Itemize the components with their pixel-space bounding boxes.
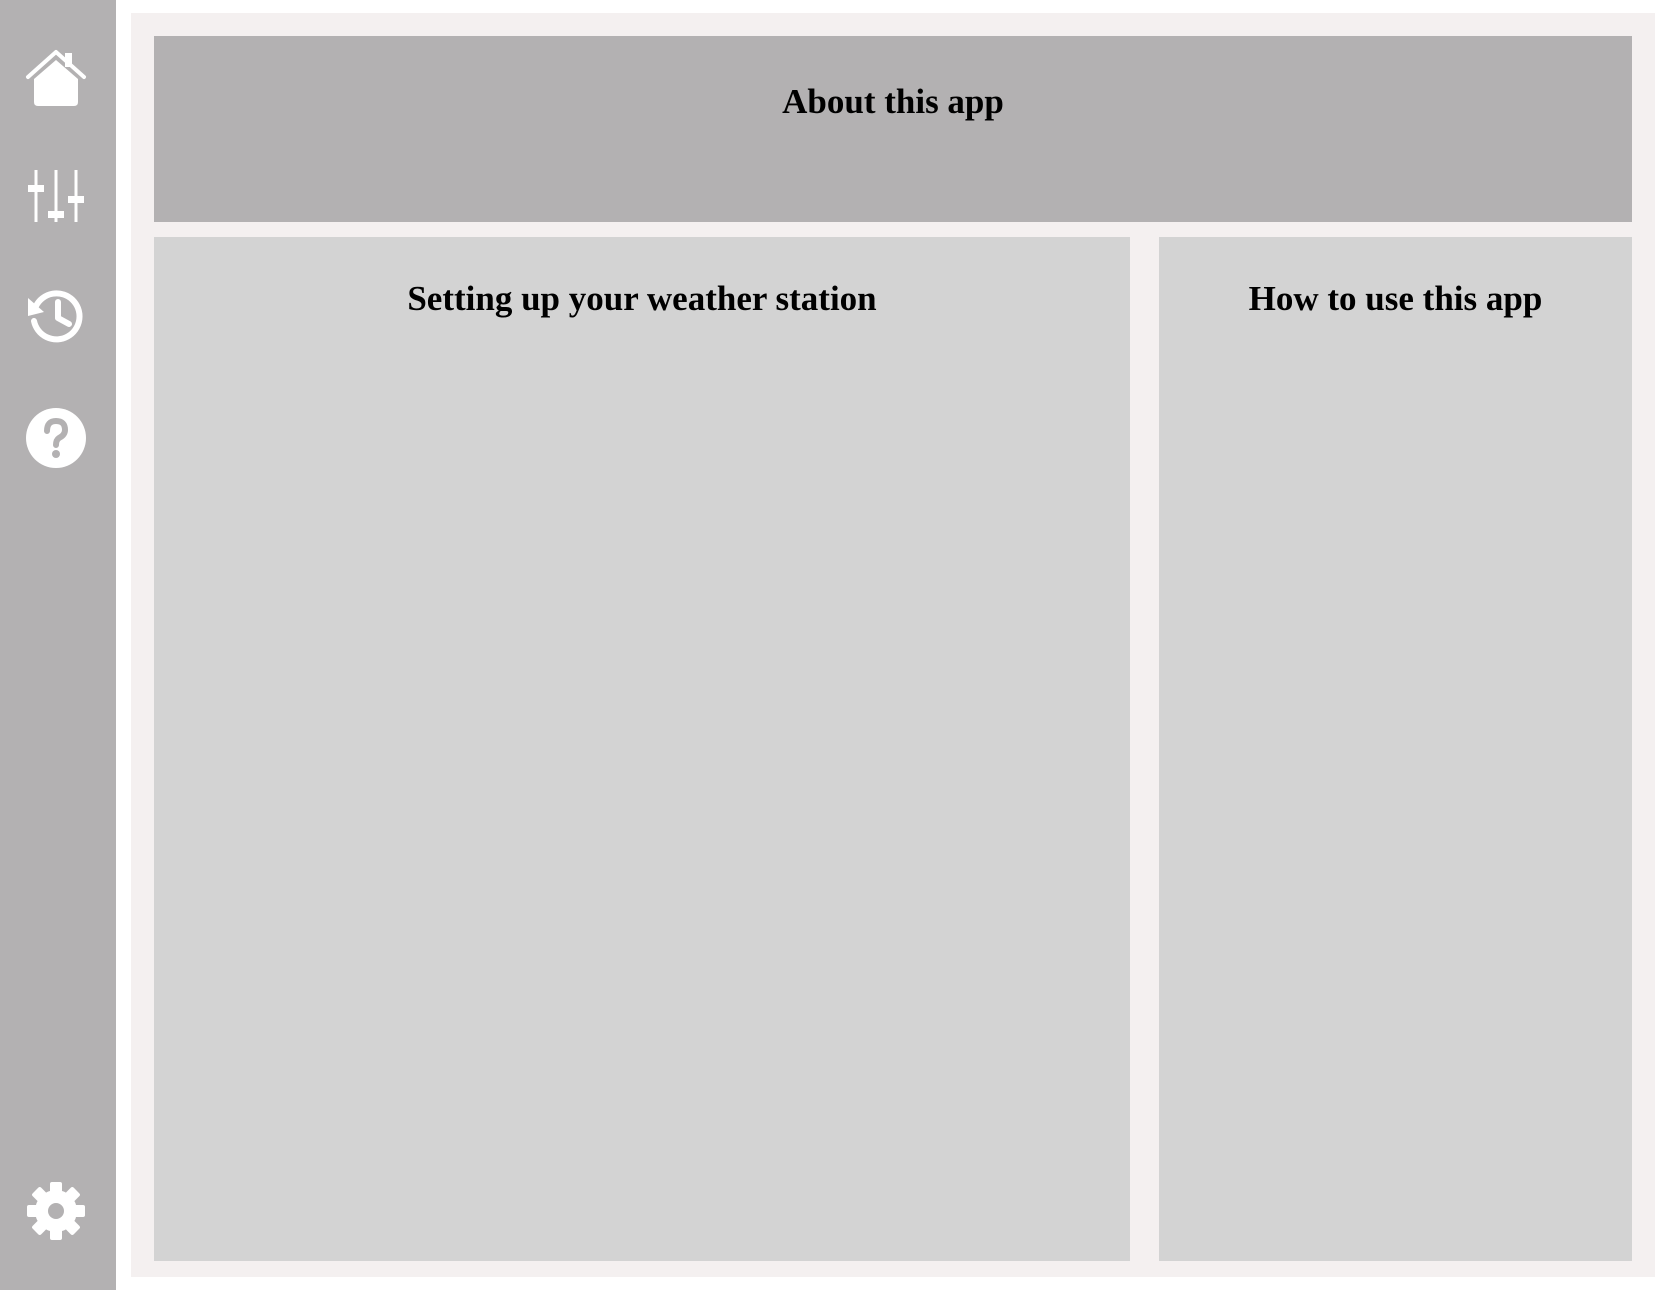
sliders-icon (28, 170, 84, 222)
sidebar-item-help[interactable] (20, 402, 92, 474)
sidebar (0, 0, 116, 1290)
sidebar-item-history[interactable] (20, 280, 92, 352)
setup-panel: Setting up your weather station (154, 237, 1130, 1261)
sidebar-item-home[interactable] (20, 42, 92, 114)
gear-icon (27, 1182, 85, 1240)
home-icon (26, 50, 86, 106)
howto-title: How to use this app (1248, 279, 1543, 318)
history-icon (28, 290, 83, 343)
about-panel: About this app (154, 36, 1632, 222)
howto-panel: How to use this app (1159, 237, 1632, 1261)
main-content: About this app Setting up your weather s… (131, 13, 1655, 1277)
setup-title: Setting up your weather station (407, 279, 877, 318)
app-window: About this app Setting up your weather s… (0, 0, 1672, 1290)
sidebar-item-adjustments[interactable] (20, 160, 92, 232)
help-icon (26, 408, 86, 468)
about-title: About this app (782, 82, 1004, 121)
settings-button[interactable] (20, 1175, 92, 1247)
